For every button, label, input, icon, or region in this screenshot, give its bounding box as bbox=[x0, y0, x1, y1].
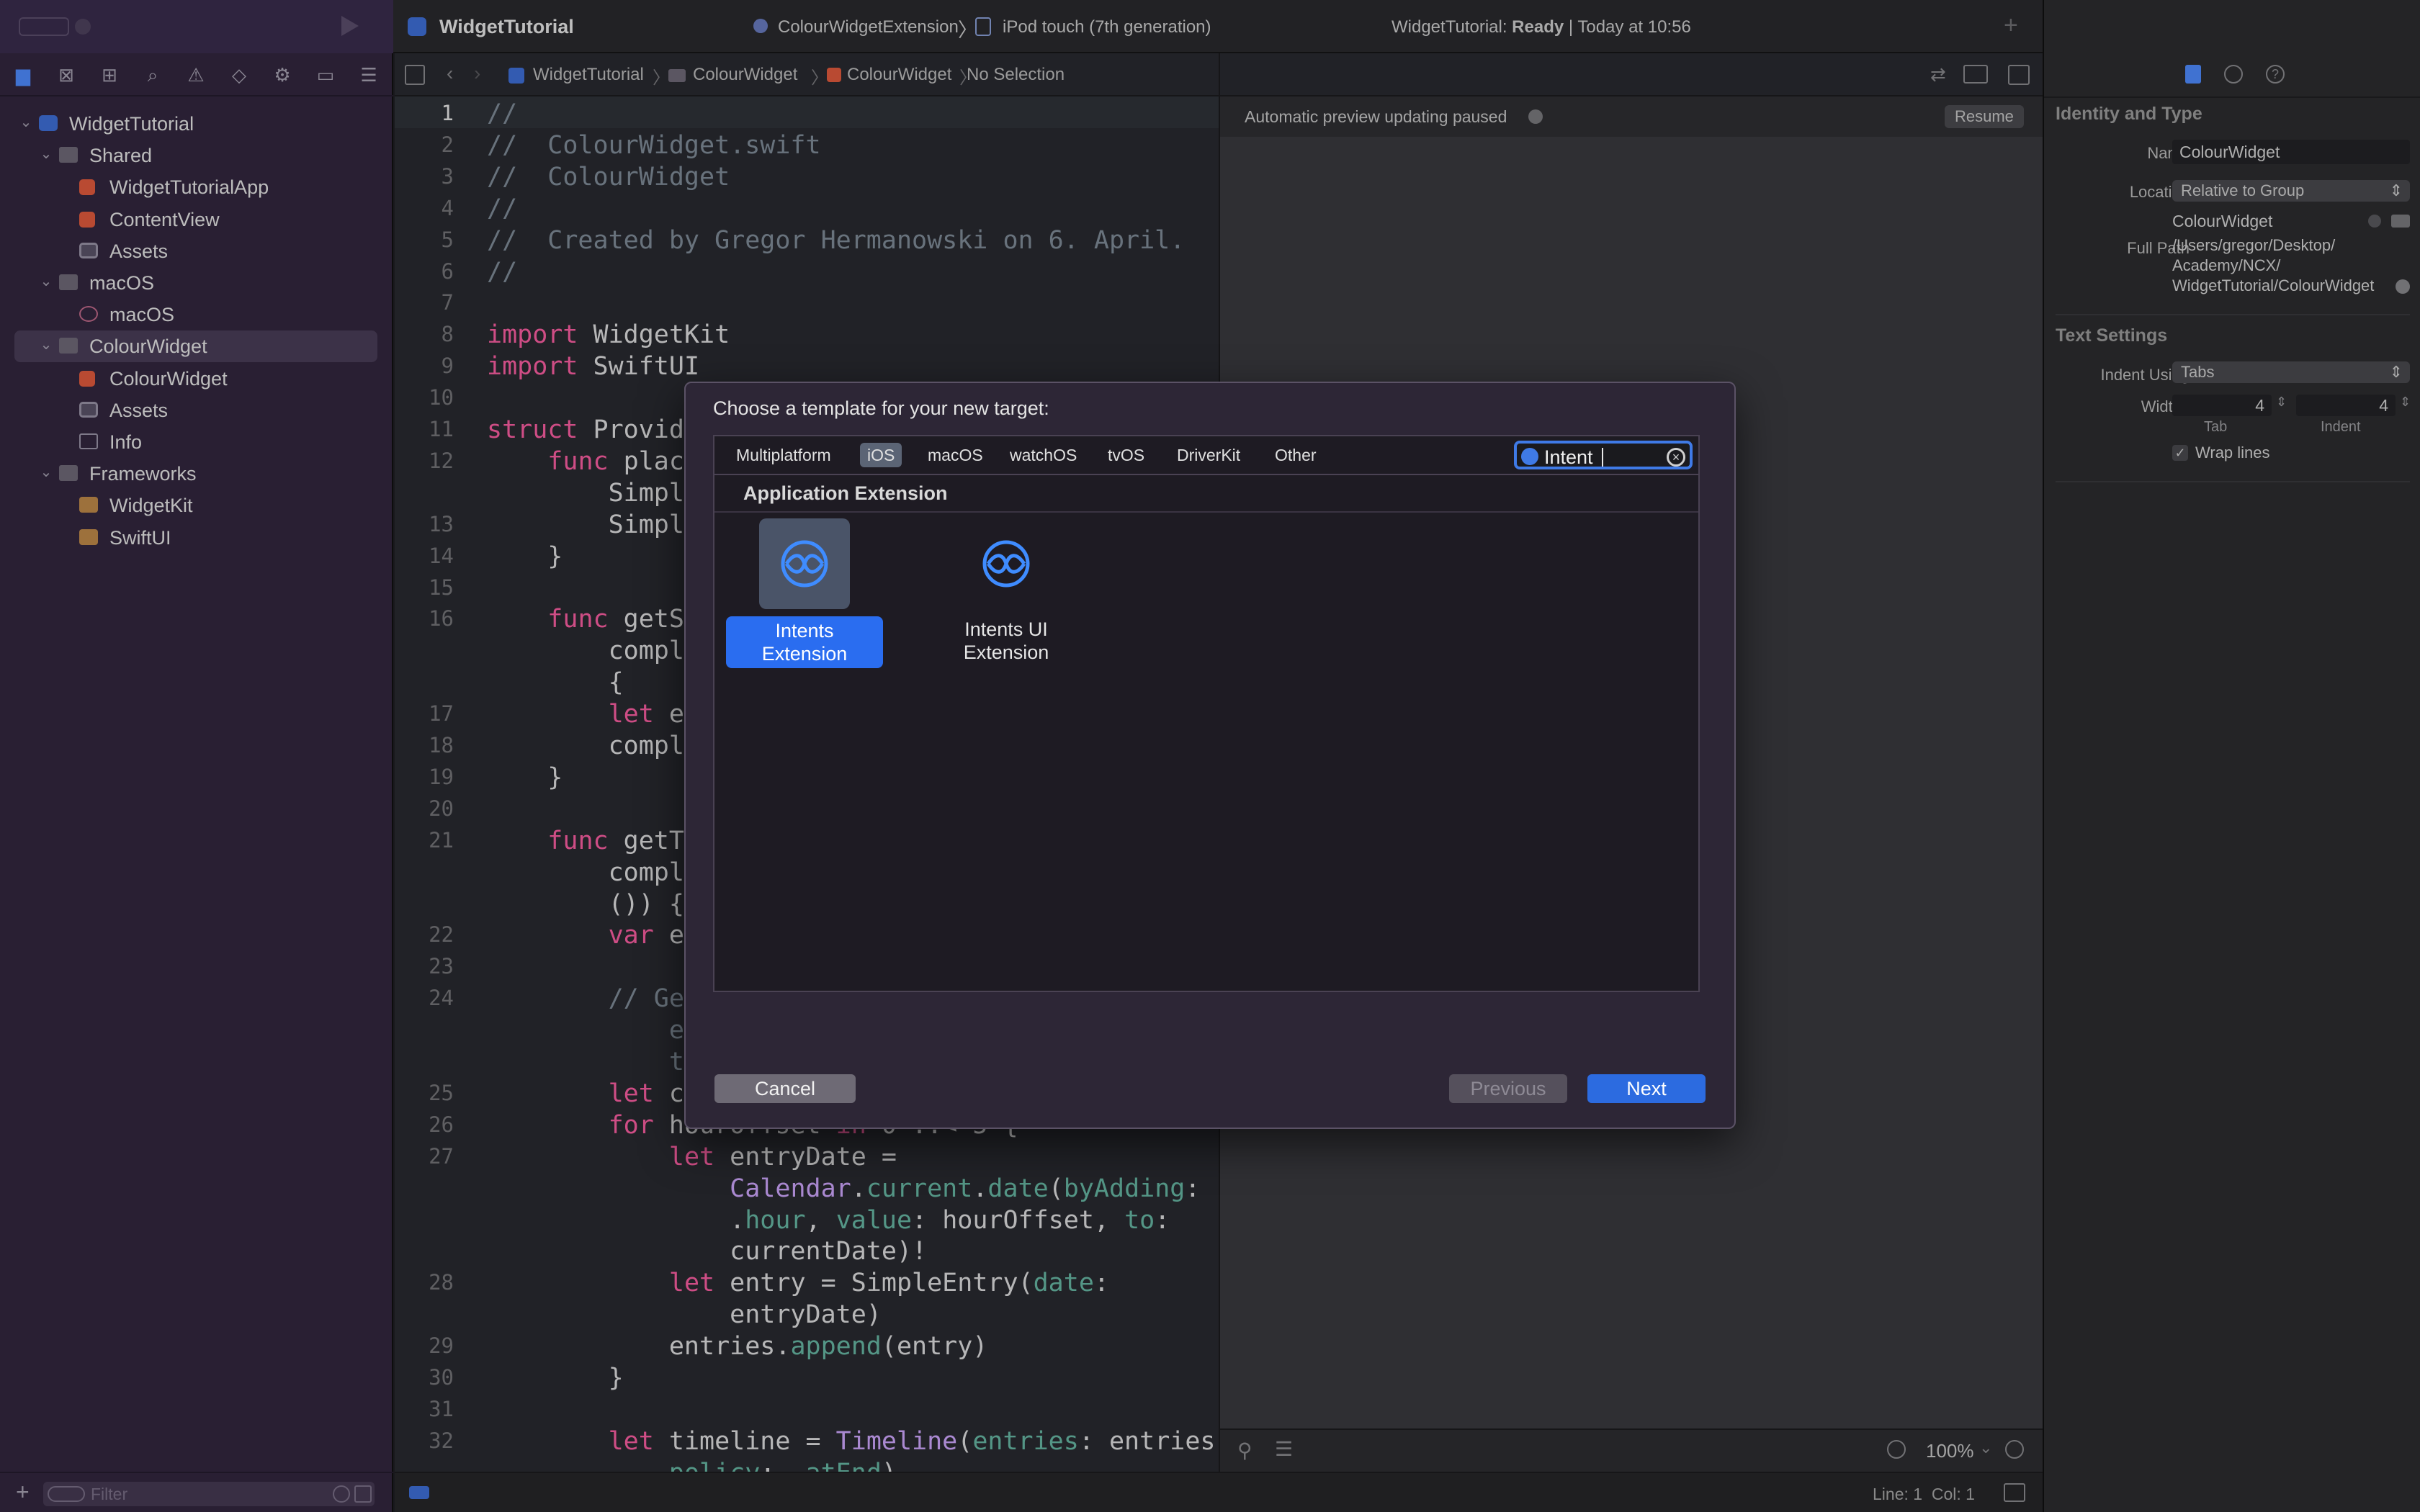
template-label: Intents UI Extension bbox=[963, 618, 1049, 663]
text-cursor bbox=[1602, 448, 1603, 467]
platform-tabs: Multiplatform iOS macOS watchOS tvOS Dri… bbox=[713, 435, 1700, 474]
new-target-sheet: Choose a template for your new target: M… bbox=[684, 382, 1736, 1129]
tab-ios[interactable]: iOS bbox=[860, 443, 902, 467]
tab-multiplatform[interactable]: Multiplatform bbox=[729, 443, 838, 467]
tab-watchos[interactable]: watchOS bbox=[1003, 443, 1084, 467]
previous-button[interactable]: Previous bbox=[1449, 1074, 1567, 1103]
search-input-value: Intent bbox=[1544, 446, 1593, 468]
section-application-extension: Application Extension bbox=[714, 475, 1698, 513]
tab-tvos[interactable]: tvOS bbox=[1101, 443, 1152, 467]
template-intents-extension[interactable]: Intents Extension bbox=[722, 518, 887, 668]
filter-icon bbox=[1521, 448, 1538, 465]
tab-driverkit[interactable]: DriverKit bbox=[1170, 443, 1247, 467]
tab-macos[interactable]: macOS bbox=[920, 443, 990, 467]
tab-other[interactable]: Other bbox=[1268, 443, 1324, 467]
intents-ui-extension-icon bbox=[961, 518, 1052, 609]
template-label: Intents Extension bbox=[726, 616, 883, 668]
template-search-field[interactable]: Intent × bbox=[1514, 441, 1693, 469]
intents-extension-icon bbox=[759, 518, 850, 609]
next-button[interactable]: Next bbox=[1587, 1074, 1706, 1103]
sheet-title: Choose a template for your new target: bbox=[713, 397, 1049, 419]
clear-search-icon[interactable]: × bbox=[1667, 448, 1685, 467]
template-grid: Application Extension Intents Extension … bbox=[713, 474, 1700, 992]
cancel-button[interactable]: Cancel bbox=[714, 1074, 856, 1103]
template-intents-ui-extension[interactable]: Intents UI Extension bbox=[923, 518, 1089, 663]
